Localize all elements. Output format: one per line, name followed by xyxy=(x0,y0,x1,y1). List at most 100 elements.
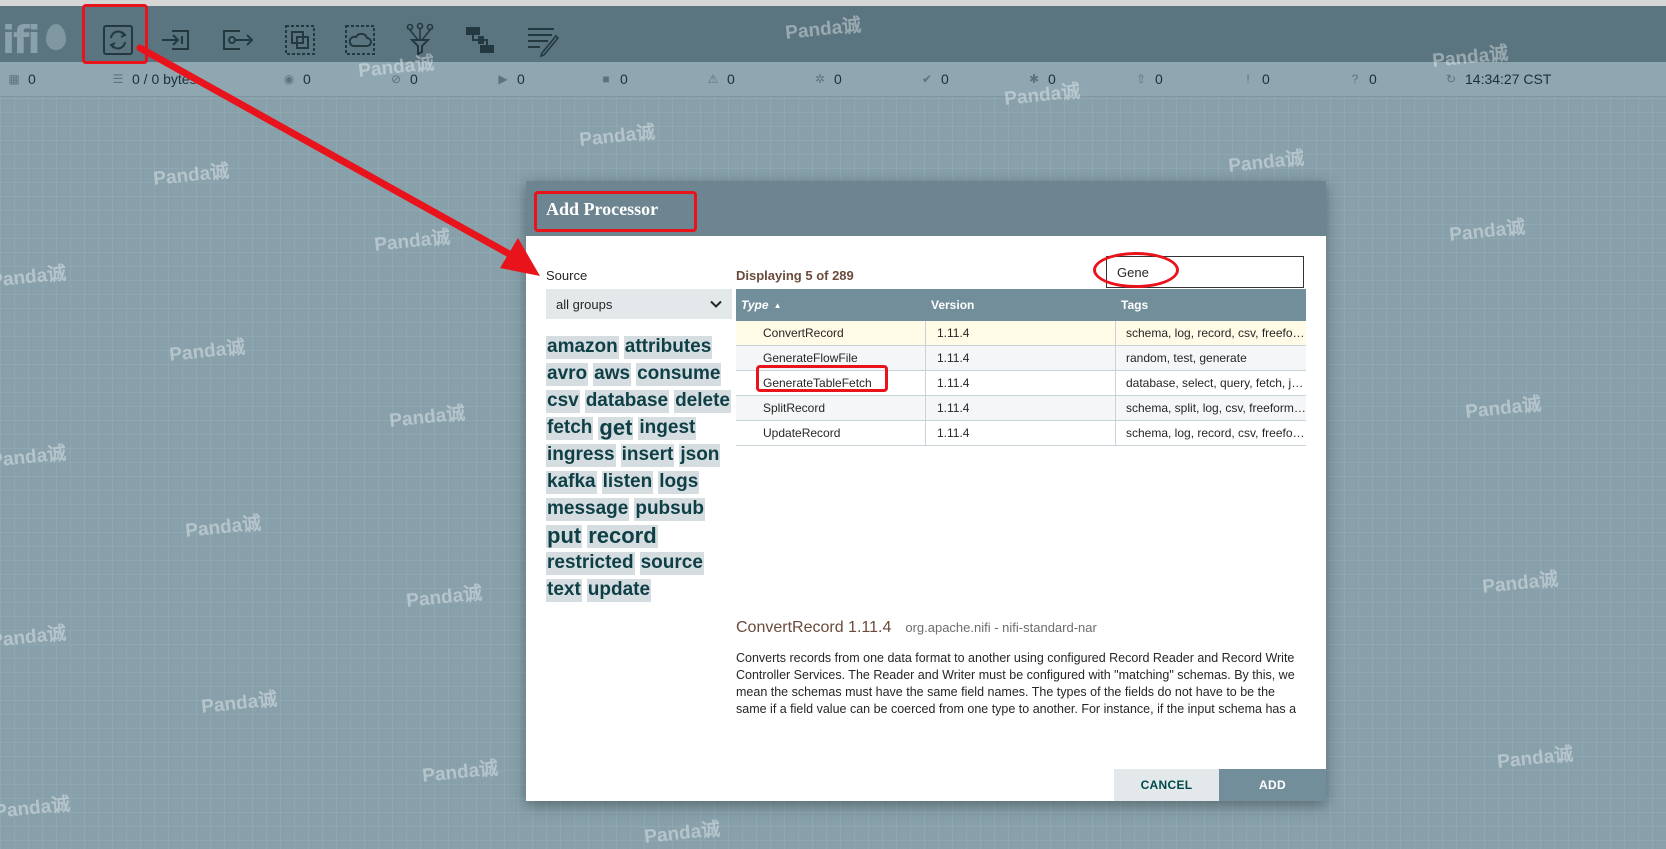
annotation-highlight-title xyxy=(534,191,697,232)
selected-processor-bundle: org.apache.nifi - nifi-standard-nar xyxy=(905,620,1097,635)
add-processor-dialog: Add Processor Source all groups amazon a… xyxy=(526,181,1326,801)
check-icon: ✔ xyxy=(921,72,933,86)
watermark: Panda诚 xyxy=(1227,148,1306,177)
row-tags: schema, log, record, csv, freeform, json xyxy=(1126,426,1306,440)
template-icon xyxy=(466,27,494,53)
process-group-button[interactable] xyxy=(280,20,320,60)
tag-item[interactable]: csv xyxy=(546,390,580,413)
row-type: GenerateFlowFile xyxy=(763,351,858,365)
tag-item[interactable]: put xyxy=(546,525,583,548)
output-port-icon xyxy=(223,30,254,50)
tag-item[interactable]: logs xyxy=(658,471,700,494)
tag-item[interactable]: json xyxy=(679,444,721,467)
tag-item[interactable]: ingest xyxy=(638,417,697,440)
table-row[interactable]: SplitRecord 1.11.4 schema, split, log, c… xyxy=(736,396,1306,421)
locally-modified-stat: ✱ 0 xyxy=(1028,71,1056,87)
row-version: 1.11.4 xyxy=(937,401,970,415)
tag-item[interactable]: avro xyxy=(546,363,589,386)
tag-item[interactable]: kafka xyxy=(546,471,597,494)
arrow-up-circle-icon: ⇧ xyxy=(1135,72,1147,86)
funnel-icon xyxy=(406,22,434,56)
watermark: Panda诚 xyxy=(1448,217,1527,246)
remote-process-group-button[interactable] xyxy=(340,20,380,60)
play-icon: ▶ xyxy=(498,72,508,86)
row-version: 1.11.4 xyxy=(937,376,970,390)
chevron-down-icon xyxy=(710,300,722,308)
tag-item[interactable]: amazon xyxy=(546,336,619,359)
refresh-stat[interactable]: ↻ 14:34:27 CST xyxy=(1445,70,1551,88)
stopped-stat: ■ 0 xyxy=(600,70,627,88)
watermark: Panda诚 xyxy=(152,161,231,190)
watermark: Panda诚 xyxy=(0,263,68,292)
version-column-header[interactable]: Version xyxy=(926,289,1116,321)
modified-stale-stat: ! 0 xyxy=(1242,70,1269,88)
asterisk-icon: ✱ xyxy=(1028,72,1040,86)
row-tags: random, test, generate xyxy=(1126,351,1247,365)
label-button[interactable] xyxy=(522,20,562,60)
toolbar: ifi xyxy=(0,6,1666,62)
nifi-logo-drop-icon xyxy=(46,24,66,50)
tag-item[interactable]: update xyxy=(586,579,652,602)
disabled-icon: ✲ xyxy=(814,72,826,86)
watermark: Panda诚 xyxy=(168,337,247,366)
source-select[interactable]: all groups xyxy=(546,289,732,319)
watermark: Panda诚 xyxy=(421,758,500,787)
watermark: Panda诚 xyxy=(643,819,722,848)
funnel-button[interactable] xyxy=(400,20,440,60)
running-stat: ▶ 0 xyxy=(498,71,525,87)
transmitting-icon: ◉ xyxy=(283,72,295,86)
row-tags: schema, log, record, csv, freeform, json… xyxy=(1126,326,1306,340)
template-button[interactable] xyxy=(460,20,500,60)
tag-item[interactable]: ingress xyxy=(546,444,616,467)
tag-item[interactable]: source xyxy=(639,552,704,575)
row-version: 1.11.4 xyxy=(937,351,970,365)
tag-item[interactable]: delete xyxy=(674,390,731,413)
processor-details-title: ConvertRecord 1.11.4 org.apache.nifi - n… xyxy=(736,619,1097,637)
table-row[interactable]: UpdateRecord 1.11.4 schema, log, record,… xyxy=(736,421,1306,446)
tag-item[interactable]: fetch xyxy=(546,417,594,440)
watermark: Panda诚 xyxy=(1481,569,1560,598)
cancel-button[interactable]: CANCEL xyxy=(1114,769,1219,801)
tag-item[interactable]: text xyxy=(546,579,582,602)
remote-process-group-icon xyxy=(345,25,375,55)
row-type: ConvertRecord xyxy=(763,326,844,340)
input-port-button[interactable] xyxy=(156,20,196,60)
tag-item[interactable]: restricted xyxy=(546,552,635,575)
row-tags: database, select, query, fetch, jdbc, sq… xyxy=(1126,376,1306,390)
tag-item[interactable]: insert xyxy=(620,444,675,467)
tag-item[interactable]: consume xyxy=(636,363,722,386)
row-tags: schema, split, log, csv, freeform, gener… xyxy=(1126,401,1306,415)
tag-item[interactable]: message xyxy=(546,498,630,521)
watermark: Panda诚 xyxy=(578,122,657,151)
selected-processor-name: ConvertRecord 1.11.4 xyxy=(736,619,892,636)
watermark: Panda诚 xyxy=(184,513,263,542)
up-to-date-stat: ✔ 0 xyxy=(921,71,949,87)
tag-item[interactable]: listen xyxy=(601,471,654,494)
watermark: Panda诚 xyxy=(200,689,279,718)
row-version: 1.11.4 xyxy=(937,426,970,440)
table-row[interactable]: ConvertRecord 1.11.4 schema, log, record… xyxy=(736,321,1306,346)
output-port-button[interactable] xyxy=(218,20,258,60)
tag-item[interactable]: get xyxy=(598,417,634,440)
not-transmitting-icon: ⊘ xyxy=(390,72,402,86)
tag-item[interactable]: pubsub xyxy=(634,498,705,521)
row-type: SplitRecord xyxy=(763,401,826,415)
add-button[interactable]: ADD xyxy=(1219,769,1326,801)
stop-icon: ■ xyxy=(602,72,610,86)
exclamation-circle-icon: ! xyxy=(1246,72,1250,86)
displaying-count: Displaying 5 of 289 xyxy=(736,268,854,283)
tag-item[interactable]: database xyxy=(584,390,670,413)
disabled-stat: ✲ 0 xyxy=(814,71,842,87)
selected-processor-description: Converts records from one data format to… xyxy=(736,651,1297,716)
tags-column-header[interactable]: Tags xyxy=(1116,289,1306,321)
type-column-header[interactable]: Type ▲ xyxy=(736,289,926,321)
tag-item[interactable]: record xyxy=(587,525,658,548)
transmitting-stat: ◉ 0 xyxy=(283,71,311,87)
refresh-icon[interactable]: ↻ xyxy=(1445,73,1457,85)
warning-icon: ⚠ xyxy=(707,72,719,86)
annotation-highlight-row xyxy=(756,365,888,392)
row-type: UpdateRecord xyxy=(763,426,841,440)
tag-item[interactable]: aws xyxy=(593,363,632,386)
annotation-highlight-processor xyxy=(82,4,148,64)
tag-item[interactable]: attributes xyxy=(623,336,713,359)
